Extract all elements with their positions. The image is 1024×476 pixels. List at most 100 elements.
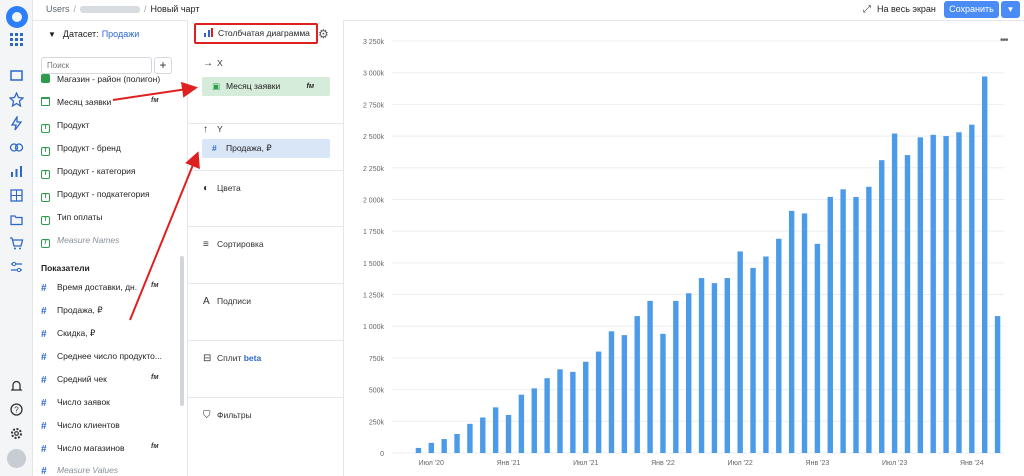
x-tick-label: Янв '23: [806, 460, 830, 467]
shelf-colors[interactable]: ◐ Цвета: [188, 170, 344, 227]
field-item[interactable]: T Measure Names: [41, 235, 119, 249]
x-field-chip[interactable]: ▣ Месяц заявки fм: [202, 77, 330, 96]
breadcrumb: Users / / Новый чарт: [46, 4, 200, 14]
bar: [981, 76, 988, 453]
bar: [441, 439, 447, 453]
field-item[interactable]: # Скидка, ₽: [41, 328, 95, 342]
shelf-sort-label: ≡ Сортировка: [203, 239, 264, 250]
scrollbar[interactable]: [180, 256, 184, 406]
field-item[interactable]: T Продукт - бренд: [41, 143, 121, 157]
arrow-up-icon: ↑: [203, 124, 208, 135]
chart-area: 0 250k 500k 750k 1 000k 1 250k 1 500k 1 750k 2 0…: [344, 20, 1024, 476]
star-icon[interactable]: [8, 91, 25, 109]
y-tick-label: 3 250k: [363, 39, 385, 46]
field-item[interactable]: T Продукт - категория: [41, 166, 136, 180]
hash-icon: #: [41, 283, 47, 294]
y-field-label: Продажа, ₽: [226, 143, 272, 153]
bar: [763, 256, 769, 453]
field-label: Скидка, ₽: [57, 328, 96, 338]
field-item[interactable]: # Число заявок: [41, 397, 110, 411]
charts-icon[interactable]: [8, 164, 25, 181]
y-tick-label: 1 750k: [363, 229, 385, 236]
chart-type-selector[interactable]: Столбчатая диаграмма: [194, 23, 318, 44]
field-label: Продукт - категория: [57, 166, 136, 176]
dataset-header[interactable]: ▼ Датасет: Продажи: [48, 29, 139, 39]
connections-icon[interactable]: [8, 140, 25, 157]
shelf-filters-label: ⛉ Фильтры: [203, 410, 252, 421]
shelf-y: ↑ Y # Продажа, ₽: [188, 124, 344, 170]
shelf-filters[interactable]: ⛉ Фильтры: [188, 398, 344, 455]
cart-icon[interactable]: [8, 236, 25, 253]
field-label: Продукт - подкатегория: [57, 189, 150, 199]
formula-icon: fм: [151, 374, 159, 381]
field-item[interactable]: # Число клиентов: [41, 420, 120, 434]
bar: [788, 210, 795, 453]
bar: [428, 442, 435, 453]
dashboards-icon[interactable]: [8, 188, 25, 205]
help-icon[interactable]: ?: [8, 402, 25, 419]
add-field-button[interactable]: +: [154, 57, 172, 74]
chart-settings-icon[interactable]: ⚙: [318, 27, 329, 41]
field-item[interactable]: # Measure Values: [41, 465, 118, 476]
polygon-icon: [41, 74, 50, 83]
field-item[interactable]: Месяц заявки fм: [41, 97, 159, 111]
gear-icon[interactable]: [8, 426, 25, 443]
bar: [454, 433, 460, 453]
field-item[interactable]: # Время доставки, дн. fм: [41, 282, 159, 296]
bar: [557, 369, 563, 453]
y-field-chip[interactable]: # Продажа, ₽: [202, 139, 330, 158]
breadcrumb-root[interactable]: Users: [46, 4, 70, 14]
dataset-label: Датасет:: [62, 29, 99, 39]
shelf-sort[interactable]: ≡ Сортировка: [188, 227, 344, 284]
field-label: Продукт: [57, 120, 90, 130]
shelf-y-label: ↑ Y: [203, 124, 223, 135]
breadcrumb-hidden-user[interactable]: [80, 6, 141, 14]
hash-icon: #: [41, 444, 47, 455]
formula-icon: fм: [151, 443, 159, 450]
field-item[interactable]: T Продукт - подкатегория: [41, 189, 150, 203]
field-label: Время доставки, дн.: [57, 282, 138, 292]
dataset-name[interactable]: Продажи: [102, 29, 140, 39]
bell-icon[interactable]: [8, 378, 25, 395]
arrow-right-icon: →: [203, 58, 213, 69]
shelf-labels[interactable]: A Подписи: [188, 284, 344, 341]
measures-section-title: Показатели: [41, 263, 90, 273]
bar: [840, 189, 846, 453]
field-item[interactable]: # Средний чек fм: [41, 374, 159, 388]
beta-badge: beta: [243, 353, 262, 363]
field-item[interactable]: T Тип оплаты: [41, 212, 102, 226]
field-item[interactable]: # Среднее число продукто...: [41, 351, 162, 365]
save-options-button[interactable]: ▼: [1001, 1, 1020, 18]
apps-grid-icon[interactable]: [8, 32, 25, 49]
folder-icon[interactable]: [8, 212, 25, 229]
field-item[interactable]: T Продукт: [41, 120, 89, 134]
shelf-split[interactable]: ⊟ Сплит beta: [188, 341, 344, 398]
fullscreen-button[interactable]: ⤢ На весь экран: [863, 4, 936, 15]
settings-sliders-icon[interactable]: [8, 260, 25, 277]
bar-chart-icon: [204, 28, 214, 37]
bar: [994, 316, 1001, 453]
bar: [827, 196, 833, 453]
save-button[interactable]: Сохранить: [944, 1, 999, 18]
collections-icon[interactable]: [8, 68, 25, 85]
field-item[interactable]: # Число магазинов fм: [41, 443, 159, 457]
field-item[interactable]: # Продажа, ₽: [41, 305, 103, 319]
formula-icon: fм: [151, 97, 159, 104]
svg-text:?: ?: [14, 406, 19, 415]
bar: [904, 155, 911, 454]
logo-icon[interactable]: [6, 6, 28, 28]
y-tick-label: 2 250k: [363, 166, 385, 173]
text-icon: T: [41, 170, 50, 179]
x-field-label: Месяц заявки: [226, 81, 281, 91]
field-label: Measure Values: [57, 465, 119, 475]
field-item[interactable]: Магазин - район (полигон): [41, 74, 160, 88]
field-search-input[interactable]: [41, 57, 152, 74]
more-options-icon[interactable]: •••: [1000, 35, 1008, 46]
shelf-labels-label: A Подписи: [203, 296, 251, 307]
sort-icon: ≡: [203, 239, 209, 250]
y-tick-label: 1 000k: [363, 324, 385, 331]
y-tick-label: 0: [380, 451, 384, 458]
field-label: Продукт - бренд: [57, 143, 121, 153]
bolt-icon[interactable]: [8, 114, 25, 133]
avatar[interactable]: [7, 449, 26, 468]
